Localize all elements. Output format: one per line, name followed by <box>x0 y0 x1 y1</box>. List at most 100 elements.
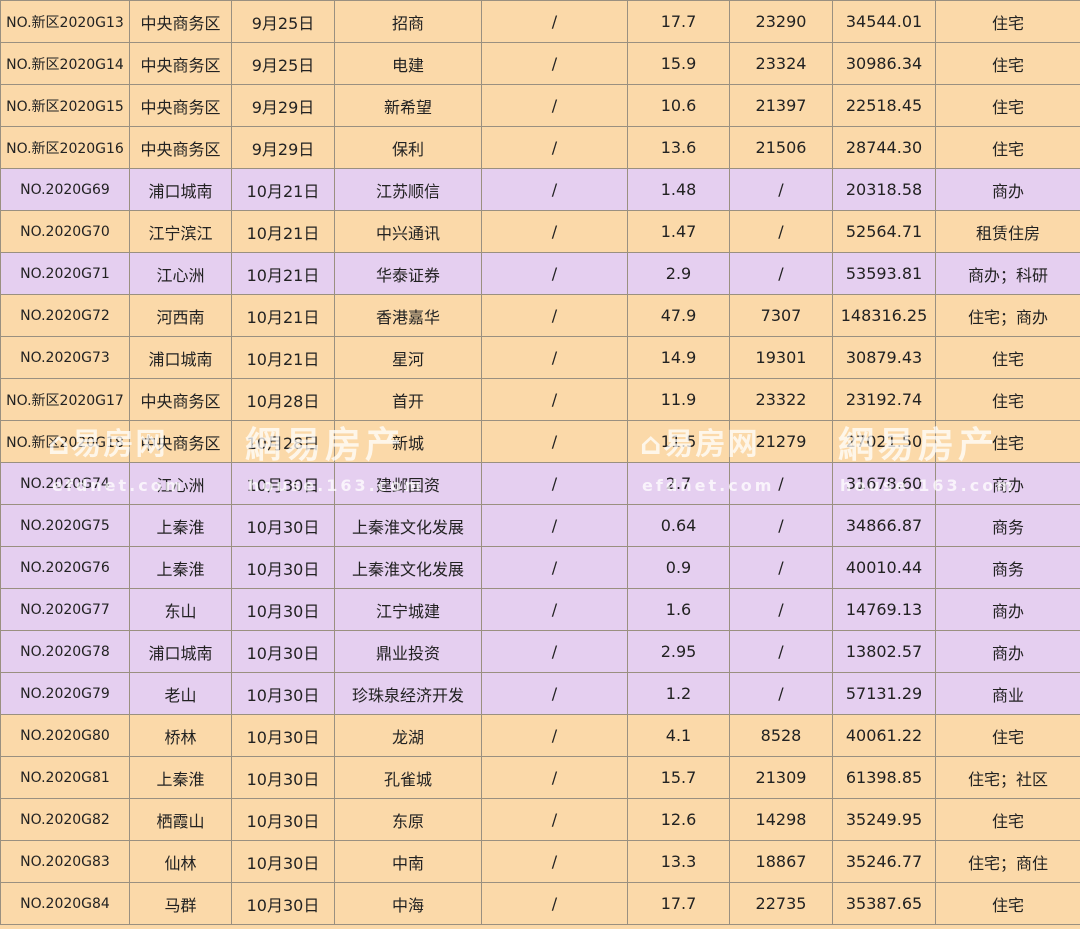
floor-price-cell: 35246.77 <box>832 840 936 883</box>
floor-price-cell: 34866.87 <box>832 504 936 547</box>
slash-cell: / <box>481 504 628 547</box>
usage-cell: 住宅；社区 <box>935 756 1080 799</box>
price-cell: 8528 <box>729 714 833 757</box>
buyer-cell: 孔雀城 <box>334 756 482 799</box>
district-cell: 江心洲 <box>129 462 232 505</box>
district-cell: 浦口城南 <box>129 168 232 211</box>
floor-price-cell: 28744.30 <box>832 126 936 169</box>
buyer-cell: 江宁城建 <box>334 588 482 631</box>
lot-number-cell: NO.2020G69 <box>0 168 130 211</box>
table-row: NO.2020G70 江宁滨江 10月21日 中兴通讯/1.47/52564.71 租赁… <box>0 210 1080 253</box>
lot-number-cell: NO.2020G78 <box>0 630 130 673</box>
usage-cell: 商办 <box>935 630 1080 673</box>
date-cell: 10月21日 <box>231 210 335 253</box>
buyer-cell: 江苏顺信 <box>334 168 482 211</box>
price-cell: / <box>729 630 833 673</box>
date-cell: 10月28日 <box>231 378 335 421</box>
slash-cell: / <box>481 378 628 421</box>
usage-cell: 商办 <box>935 588 1080 631</box>
area-cell: 0.9 <box>627 546 730 589</box>
buyer-cell: 鼎业投资 <box>334 630 482 673</box>
usage-cell: 住宅；商住 <box>935 840 1080 883</box>
floor-price-cell: 31678.60 <box>832 462 936 505</box>
slash-cell: / <box>481 420 628 463</box>
floor-price-cell: 23192.74 <box>832 378 936 421</box>
date-cell: 10月30日 <box>231 672 335 715</box>
area-cell: 13.3 <box>627 840 730 883</box>
table-row: NO.2020G73 浦口城南 10月21日 星河/14.9 19301 30879.43… <box>0 336 1080 379</box>
table-row: NO.新区2020G15 中央商务区 9月29日 新希望/10.6 21397 22518… <box>0 84 1080 127</box>
price-cell: 21279 <box>729 420 833 463</box>
price-cell: / <box>729 546 833 589</box>
price-cell: / <box>729 588 833 631</box>
table-row: NO.2020G78 浦口城南 10月30日 鼎业投资/2.95/13802.57 商办 <box>0 630 1080 673</box>
district-cell: 老山 <box>129 672 232 715</box>
floor-price-cell: 14769.13 <box>832 588 936 631</box>
buyer-cell: 龙湖 <box>334 714 482 757</box>
buyer-cell: 建邺国资 <box>334 462 482 505</box>
slash-cell: / <box>481 630 628 673</box>
buyer-cell: 中兴通讯 <box>334 210 482 253</box>
floor-price-cell: 13802.57 <box>832 630 936 673</box>
slash-cell: / <box>481 756 628 799</box>
table-row: NO.2020G83 仙林 10月30日 中南/13.3 18867 35246.77 住宅… <box>0 840 1080 883</box>
floor-price-cell: 34544.01 <box>832 0 936 43</box>
lot-number-cell: NO.2020G74 <box>0 462 130 505</box>
usage-cell: 住宅 <box>935 0 1080 43</box>
lot-number-cell: NO.新区2020G15 <box>0 84 130 127</box>
district-cell: 中央商务区 <box>129 0 232 43</box>
floor-price-cell: 30986.34 <box>832 42 936 85</box>
slash-cell: / <box>481 546 628 589</box>
slash-cell: / <box>481 126 628 169</box>
date-cell: 10月30日 <box>231 462 335 505</box>
table-row: NO.2020G76 上秦淮 10月30日 上秦淮文化发展/0.9/40010.44 商… <box>0 546 1080 589</box>
slash-cell: / <box>481 336 628 379</box>
table-row: NO.新区2020G16 中央商务区 9月29日 保利/13.6 21506 28744.… <box>0 126 1080 169</box>
district-cell: 浦口城南 <box>129 630 232 673</box>
floor-price-cell: 22518.45 <box>832 84 936 127</box>
floor-price-cell: 35387.65 <box>832 882 936 925</box>
area-cell: 15.7 <box>627 756 730 799</box>
table-row: NO.2020G80 桥林 10月30日 龙湖/4.1 8528 40061.22 住宅 <box>0 714 1080 757</box>
lot-number-cell: NO.新区2020G18 <box>0 420 130 463</box>
table-body: NO.新区2020G13 中央商务区 9月25日 招商/17.7 23290 34544.… <box>0 0 1080 925</box>
buyer-cell: 星河 <box>334 336 482 379</box>
lot-number-cell: NO.2020G73 <box>0 336 130 379</box>
lot-number-cell: NO.2020G77 <box>0 588 130 631</box>
area-cell: 2.7 <box>627 462 730 505</box>
area-cell: 17.7 <box>627 0 730 43</box>
price-cell: 23322 <box>729 378 833 421</box>
price-cell: 23290 <box>729 0 833 43</box>
table-row: NO.新区2020G18 中央商务区 10月28日 新城/11.5 21279 27021… <box>0 420 1080 463</box>
buyer-cell: 华泰证券 <box>334 252 482 295</box>
date-cell: 10月30日 <box>231 798 335 841</box>
slash-cell: / <box>481 210 628 253</box>
usage-cell: 住宅 <box>935 42 1080 85</box>
table-row: NO.2020G74 江心洲 10月30日 建邺国资/2.7/31678.60 商办 <box>0 462 1080 505</box>
buyer-cell: 保利 <box>334 126 482 169</box>
area-cell: 10.6 <box>627 84 730 127</box>
price-cell: / <box>729 252 833 295</box>
usage-cell: 住宅 <box>935 798 1080 841</box>
table-row: NO.2020G81 上秦淮 10月30日 孔雀城/15.7 21309 61398.85… <box>0 756 1080 799</box>
table-row: NO.2020G79 老山 10月30日 珍珠泉经济开发/1.2/57131.29 商业 <box>0 672 1080 715</box>
lot-number-cell: NO.新区2020G17 <box>0 378 130 421</box>
floor-price-cell: 148316.25 <box>832 294 936 337</box>
price-cell: / <box>729 672 833 715</box>
lot-number-cell: NO.2020G82 <box>0 798 130 841</box>
date-cell: 10月30日 <box>231 504 335 547</box>
area-cell: 15.9 <box>627 42 730 85</box>
district-cell: 中央商务区 <box>129 420 232 463</box>
price-cell: 18867 <box>729 840 833 883</box>
district-cell: 上秦淮 <box>129 756 232 799</box>
usage-cell: 商办；科研 <box>935 252 1080 295</box>
usage-cell: 商务 <box>935 504 1080 547</box>
district-cell: 栖霞山 <box>129 798 232 841</box>
area-cell: 1.48 <box>627 168 730 211</box>
lot-number-cell: NO.新区2020G16 <box>0 126 130 169</box>
district-cell: 仙林 <box>129 840 232 883</box>
floor-price-cell: 40010.44 <box>832 546 936 589</box>
lot-number-cell: NO.2020G75 <box>0 504 130 547</box>
floor-price-cell: 30879.43 <box>832 336 936 379</box>
usage-cell: 住宅 <box>935 420 1080 463</box>
